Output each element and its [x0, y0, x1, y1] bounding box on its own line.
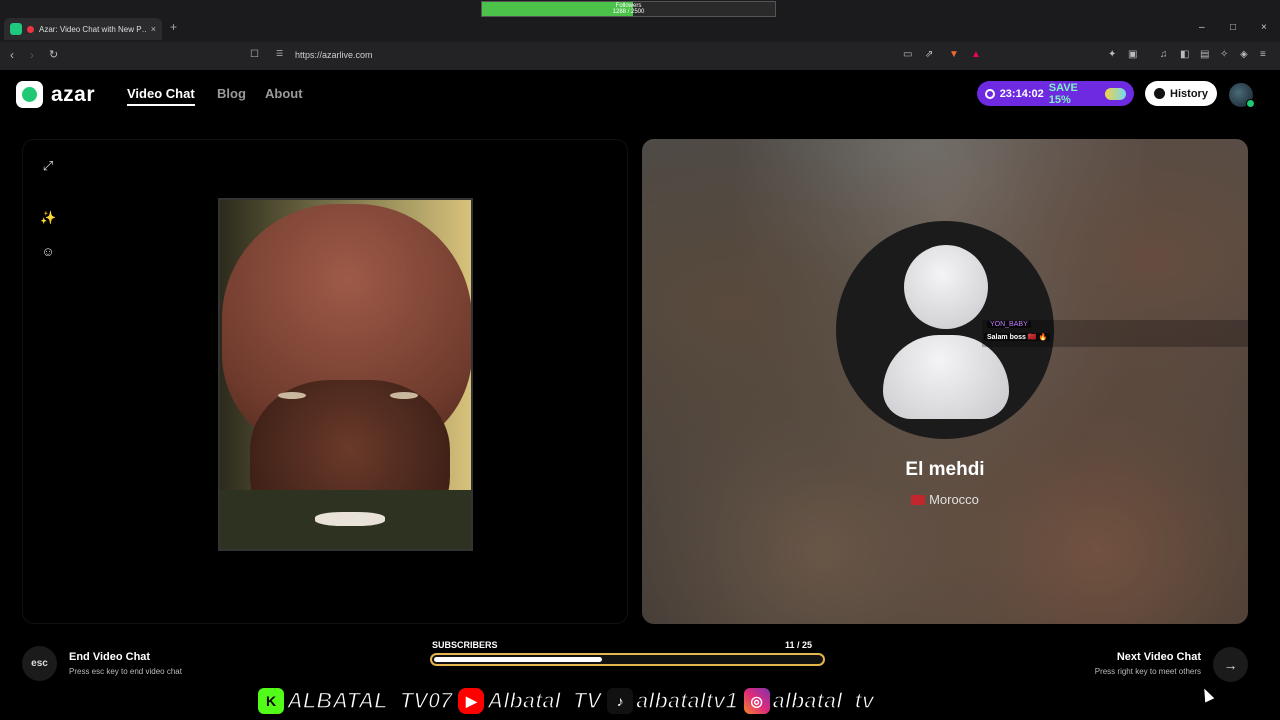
leo-ai-icon[interactable]: ✧: [1220, 49, 1228, 60]
extensions-icon[interactable]: ✦: [1108, 49, 1116, 60]
browser-tab[interactable]: Azar: Video Chat with New P… ×: [4, 18, 162, 40]
expand-icon[interactable]: ⤢: [40, 158, 56, 174]
recording-icon: [27, 25, 34, 33]
history-button[interactable]: History: [1145, 81, 1217, 106]
followers-value: 1288 / 2500: [612, 9, 645, 15]
address-bar: [0, 42, 1280, 70]
menu-icon[interactable]: ≡: [1260, 49, 1266, 60]
history-label: History: [1170, 87, 1208, 100]
nav-video-chat[interactable]: Video Chat: [127, 86, 195, 106]
site-settings-icon[interactable]: ☰: [276, 49, 283, 58]
tiktok-icon: ♪: [607, 688, 634, 714]
maximize-button[interactable]: □: [1230, 22, 1236, 33]
nav-blog[interactable]: Blog: [217, 86, 246, 101]
subscribers-goal-fill: [434, 657, 603, 662]
next-chat-title: Next Video Chat: [1116, 651, 1201, 663]
end-chat-title: End Video Chat: [69, 651, 151, 663]
youtube-icon: ▶: [458, 688, 485, 714]
peer-name: El mehdi: [905, 459, 985, 480]
forward-icon[interactable]: ›: [30, 48, 34, 62]
brave-rewards-icon[interactable]: ▲: [971, 49, 981, 60]
social-handle: ALBATAL_TV07: [286, 687, 453, 714]
followers-goal-bar: Followers 1288 / 2500: [481, 1, 776, 17]
morocco-flag-icon: [911, 494, 926, 505]
url-field[interactable]: https://azarlive.com: [295, 50, 373, 60]
end-chat-button[interactable]: esc: [22, 646, 57, 681]
clock-icon: [985, 88, 995, 99]
chat-message: Salam boss 🇲🇦 🔥: [984, 333, 1051, 341]
reload-icon[interactable]: ↻: [49, 48, 58, 61]
minimize-button[interactable]: –: [1199, 22, 1205, 33]
back-icon[interactable]: ‹: [10, 48, 14, 62]
end-chat-hint: Press esc key to end video chat: [69, 667, 182, 676]
next-chat-hint: Press right key to meet others: [1094, 667, 1201, 676]
promo-timer: 23:14:02: [999, 87, 1044, 100]
social-instagram: ◎ albatal_tv: [743, 687, 875, 714]
online-status-icon: [1246, 99, 1255, 108]
sticker-icon[interactable]: ☺: [40, 244, 56, 260]
music-icon[interactable]: ♫: [1160, 49, 1168, 60]
bookmark-icon[interactable]: ☐: [250, 49, 259, 60]
self-camera-feed: [218, 198, 473, 551]
share-icon[interactable]: ⇗: [925, 49, 933, 60]
brave-shield-icon[interactable]: ▼: [949, 49, 959, 60]
sidebar-icon[interactable]: ◧: [1180, 49, 1189, 60]
wallet-icon[interactable]: ▤: [1200, 49, 1209, 60]
azar-favicon-icon: [10, 23, 22, 35]
tab-close-icon[interactable]: ×: [151, 24, 156, 34]
cast-icon[interactable]: ▭: [903, 49, 912, 60]
kick-icon: K: [258, 688, 284, 714]
history-icon: [1154, 88, 1166, 99]
social-handle: Albatal_TV: [487, 687, 602, 714]
subscribers-count: 11 / 25: [785, 640, 813, 650]
peer-country-label: Morocco: [929, 492, 979, 507]
subscribers-label: SUBSCRIBERS: [432, 640, 498, 650]
instagram-icon: ◎: [743, 688, 770, 714]
azar-logo-text: azar: [51, 82, 96, 106]
social-handle: albataltv1: [635, 687, 738, 714]
promo-save: SAVE 15%: [1048, 81, 1078, 106]
magic-wand-icon[interactable]: ✨: [40, 210, 56, 226]
promo-button[interactable]: 23:14:02 SAVE 15%: [977, 81, 1134, 106]
subscribers-goal-bar: [430, 653, 825, 666]
social-banner: K ALBATAL_TV07 ▶ Albatal_TV ♪ albataltv1…: [258, 684, 875, 718]
screenshot-icon[interactable]: ▣: [1128, 49, 1137, 60]
azar-logo[interactable]: azar: [16, 81, 95, 108]
followers-goal-label: Followers 1288 / 2500: [482, 3, 775, 15]
social-tiktok: ♪ albataltv1: [607, 687, 738, 714]
social-kick: K ALBATAL_TV07: [258, 687, 453, 714]
close-window-button[interactable]: ×: [1261, 22, 1267, 33]
tab-title: Azar: Video Chat with New P…: [39, 24, 146, 34]
social-youtube: ▶ Albatal_TV: [458, 687, 602, 714]
nav-about[interactable]: About: [265, 86, 303, 101]
gem-icon: [1105, 87, 1126, 100]
user-avatar[interactable]: [1229, 83, 1255, 108]
social-handle: albatal_tv: [772, 687, 875, 714]
new-tab-button[interactable]: +: [170, 20, 177, 34]
peer-country: Morocco: [836, 492, 1054, 507]
chat-username: YON_BABY: [987, 321, 1031, 328]
azar-logo-icon: [16, 81, 43, 108]
vpn-icon[interactable]: ◈: [1240, 49, 1248, 60]
next-chat-button[interactable]: →: [1213, 647, 1248, 682]
